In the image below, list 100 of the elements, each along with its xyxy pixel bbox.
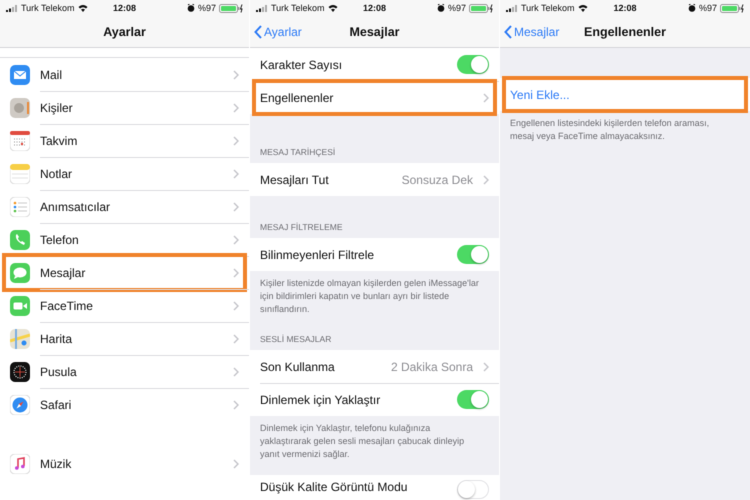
chevron-icon xyxy=(233,366,239,376)
settings-row[interactable]: Telefon xyxy=(0,223,249,256)
row-label: Kişiler xyxy=(40,100,74,114)
clock-time: 12:08 xyxy=(362,3,386,13)
phone-icon xyxy=(10,230,30,250)
row-label: Notlar xyxy=(40,166,74,180)
battery-icon xyxy=(219,4,243,12)
footer-note: Dinlemek için Yaklaştır, telefonu kulağınıza yaklaştırarak gelen sesli mesajları çabucak dinleyip yanıt vermenizi sağlar. xyxy=(259,422,466,461)
chevron-icon xyxy=(233,70,239,80)
footer-note: Engellenen listesindeki kişilerden telefon araması, mesaj veya FaceTime almayacaksınız. xyxy=(509,117,710,143)
chevron-icon xyxy=(233,102,239,112)
alarm-icon xyxy=(688,4,696,12)
speech-bubble-icon xyxy=(10,262,30,282)
settings-row[interactable]: Yeni Ekle... xyxy=(500,78,750,111)
signal-icon xyxy=(256,4,268,12)
battery-percent: %97 xyxy=(698,3,717,13)
section-header: MESAJ TARİHÇESİ xyxy=(260,147,336,157)
settings-row[interactable]: Mesajlar xyxy=(0,256,249,289)
calendar-icon xyxy=(10,130,30,150)
settings-row[interactable]: FaceTime xyxy=(0,289,249,322)
alarm-icon xyxy=(436,4,445,12)
settings-row[interactable]: Son Kullanma 2 Dakika Sonra xyxy=(250,350,499,383)
row-label: Bilinmeyenleri Filtrele xyxy=(260,248,376,262)
settings-row[interactable]: Dinlemek için Yaklaştır xyxy=(250,383,499,416)
carrier-name: Turk Telekom xyxy=(521,3,575,13)
settings-row[interactable]: Kişiler xyxy=(0,91,249,124)
wifi-icon xyxy=(78,4,88,12)
clock-time: 12:08 xyxy=(613,3,637,13)
toggle-switch[interactable] xyxy=(457,55,489,74)
screen-title: Mesajlar xyxy=(349,24,400,38)
row-label: Pusula xyxy=(40,364,78,378)
list-icon xyxy=(10,196,30,216)
battery-icon xyxy=(720,4,744,12)
row-label: Mesajları Tut xyxy=(260,172,330,186)
settings-row[interactable]: Karakter Sayısı xyxy=(250,48,499,81)
battery-percent: %97 xyxy=(198,3,216,13)
settings-row[interactable]: Mail xyxy=(0,58,249,91)
signal-icon xyxy=(506,4,518,12)
settings-row[interactable]: Mesajları Tut Sonsuza Dek xyxy=(250,163,499,196)
row-value: Sonsuza Dek xyxy=(402,172,473,186)
carrier-name: Turk Telekom xyxy=(21,3,75,13)
settings-row[interactable]: Anımsatıcılar xyxy=(0,190,249,223)
battery-icon xyxy=(469,4,493,12)
music-note-icon xyxy=(10,454,30,474)
screen-title: Engellenenler xyxy=(584,24,666,38)
contacts-icon xyxy=(10,98,30,118)
row-label: FaceTime xyxy=(40,298,94,312)
chevron-icon xyxy=(233,136,239,146)
row-label: Harita xyxy=(40,332,74,346)
row-label: Karakter Sayısı xyxy=(260,58,344,72)
row-value: 2 Dakika Sonra xyxy=(390,360,473,374)
row-label: Telefon xyxy=(40,232,80,246)
video-camera-icon xyxy=(10,296,30,316)
settings-row[interactable]: Harita xyxy=(0,322,249,355)
chevron-icon xyxy=(233,268,239,278)
chevron-icon xyxy=(233,202,239,212)
chevron-left-icon xyxy=(504,24,512,38)
battery-percent: %97 xyxy=(448,3,466,13)
settings-row[interactable]: Takvim xyxy=(0,124,249,157)
map-icon xyxy=(10,328,30,348)
wifi-icon xyxy=(578,4,588,12)
row-label: Mail xyxy=(40,68,64,82)
section-header: MESAJ FİLTRELEME xyxy=(260,222,342,232)
row-label: Anımsatıcılar xyxy=(40,200,112,214)
toggle-switch[interactable] xyxy=(457,390,489,409)
toggle-switch[interactable] xyxy=(457,480,489,499)
clock-time: 12:08 xyxy=(112,3,136,13)
section-header: SESLİ MESAJLAR xyxy=(260,334,332,344)
signal-icon xyxy=(6,4,18,12)
chevron-icon xyxy=(233,458,239,468)
row-label: Mesajlar xyxy=(40,266,86,280)
chevron-icon xyxy=(483,174,489,184)
back-button[interactable]: Ayarlar xyxy=(254,24,302,38)
row-label: Son Kullanma xyxy=(260,360,336,374)
compass-icon xyxy=(10,362,30,382)
back-button[interactable]: Mesajlar xyxy=(504,24,560,38)
settings-row[interactable]: Safari xyxy=(0,388,249,421)
chevron-icon xyxy=(483,362,489,372)
row-label: Takvim xyxy=(40,134,78,148)
chevron-icon xyxy=(233,234,239,244)
alarm-icon xyxy=(186,4,195,12)
row-label: Düşük Kalite Görüntü Modu xyxy=(260,480,408,494)
wifi-icon xyxy=(328,4,338,12)
toggle-switch[interactable] xyxy=(457,245,489,264)
screen-title: Ayarlar xyxy=(103,24,146,38)
row-label: Safari xyxy=(40,398,72,412)
settings-row[interactable]: Bilinmeyenleri Filtrele xyxy=(250,238,499,271)
row-label: Engellenenler xyxy=(260,90,334,104)
carrier-name: Turk Telekom xyxy=(271,3,325,13)
notes-icon xyxy=(10,164,30,184)
chevron-icon xyxy=(483,92,489,102)
settings-row[interactable]: Düşük Kalite Görüntü Modu xyxy=(250,475,499,500)
chevron-icon xyxy=(233,400,239,410)
envelope-icon xyxy=(10,64,30,84)
settings-row[interactable]: Engellenenler xyxy=(250,81,499,114)
row-label: Dinlemek için Yaklaştır xyxy=(260,392,382,406)
settings-row[interactable]: Notlar xyxy=(0,157,249,190)
footer-note: Kişiler listenizde olmayan kişilerden gelen iMessage'lar için bildirimleri kapatın ve bunları ayrı bir listede sınıflandırın. xyxy=(259,277,480,316)
compass-icon xyxy=(10,394,30,414)
settings-row[interactable]: Pusula xyxy=(0,355,249,388)
